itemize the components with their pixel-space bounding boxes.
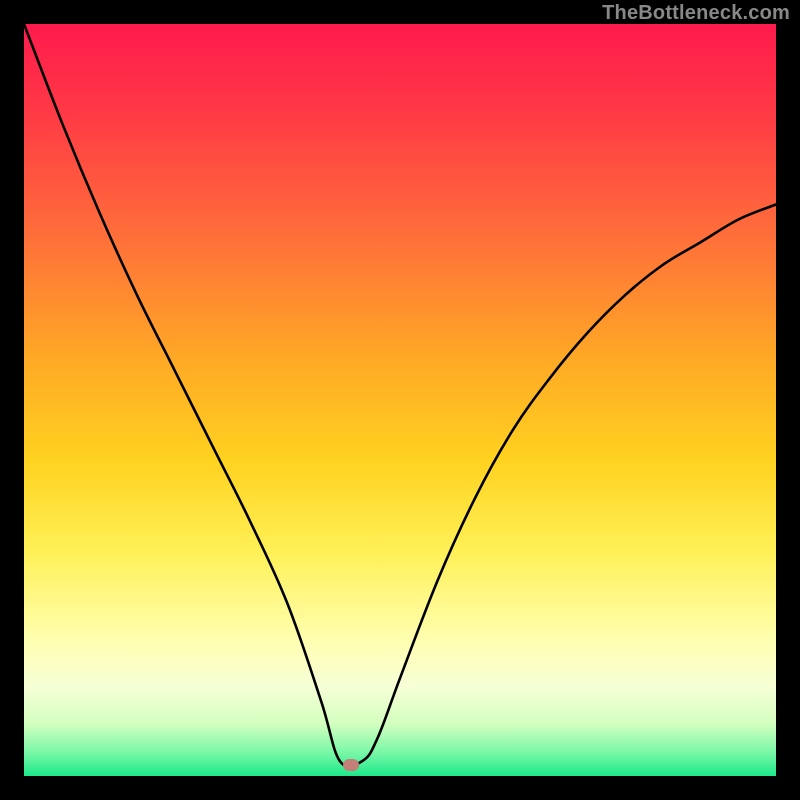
plot-area bbox=[24, 24, 776, 776]
optimum-marker bbox=[343, 759, 359, 771]
chart-frame: TheBottleneck.com bbox=[0, 0, 800, 800]
watermark-text: TheBottleneck.com bbox=[602, 2, 790, 25]
bottleneck-curve bbox=[24, 24, 776, 776]
